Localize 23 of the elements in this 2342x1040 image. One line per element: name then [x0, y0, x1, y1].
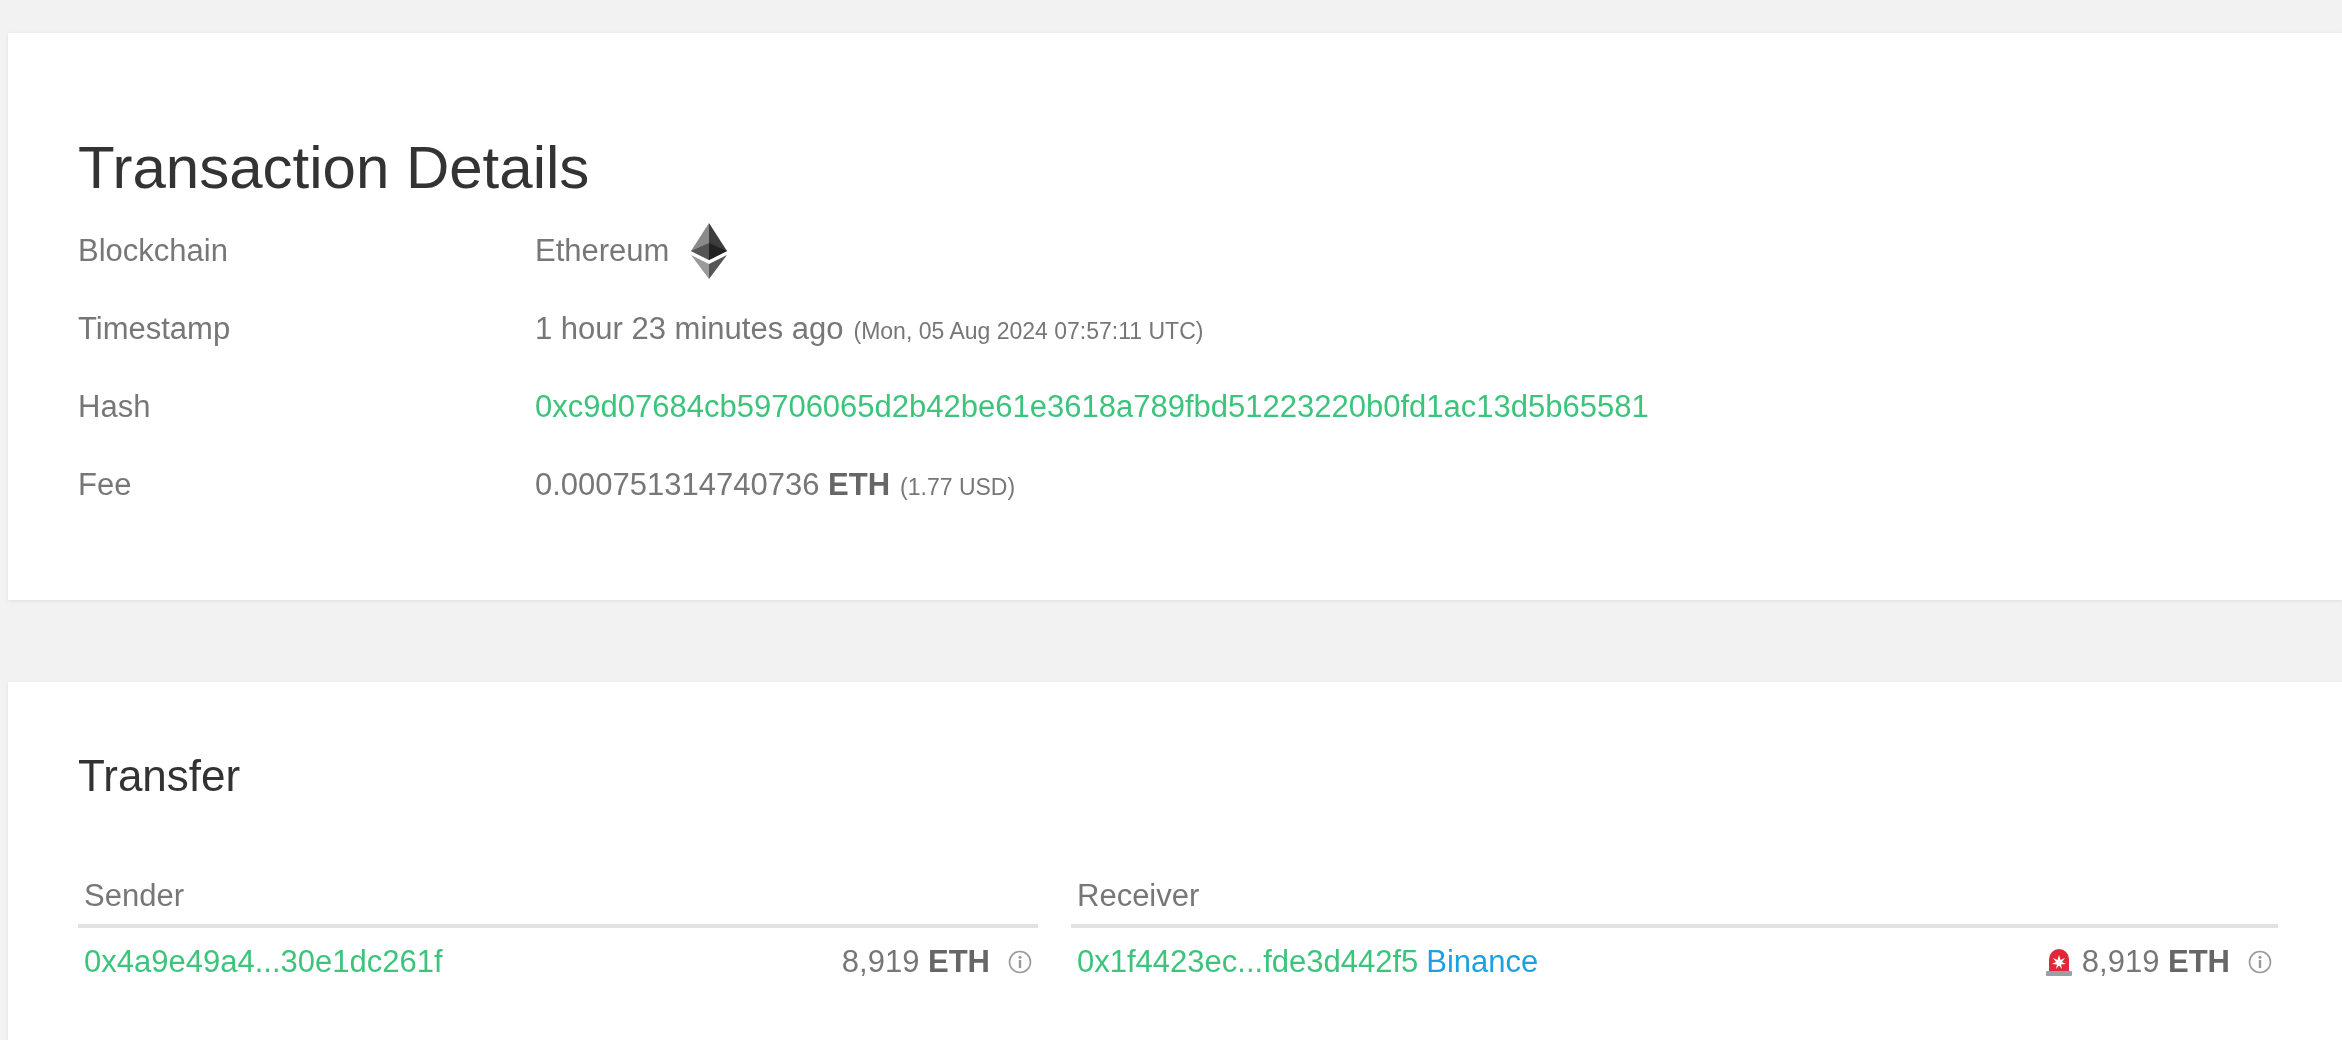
address-link[interactable]: 0x4a9e49a4...30e1dc261f — [84, 944, 443, 980]
siren-icon — [2043, 947, 2074, 977]
info-icon[interactable] — [1008, 950, 1032, 974]
field-label: Blockchain — [78, 233, 229, 269]
field-note: (Mon, 05 Aug 2024 07:57:11 UTC) — [853, 318, 1204, 345]
field-label: Hash — [78, 389, 152, 425]
hash-link[interactable]: 0xc9d07684cb59706065d2b42be61e3618a789fbd51223220b0fd1ac13d5b65581 — [535, 389, 1649, 425]
info-icon[interactable] — [2248, 950, 2272, 974]
field-note: (1.77 USD) — [900, 474, 1016, 501]
field-label: Timestamp — [78, 311, 232, 347]
column-header: Receiver — [1071, 878, 2278, 928]
entity-link[interactable]: Binance — [1426, 944, 1539, 980]
address-link[interactable]: 0x1f4423ec...fde3d442f5 — [1077, 944, 1419, 980]
amount-value: 8,919 ETH — [2081, 944, 2230, 980]
field-value: Ethereum — [535, 233, 670, 269]
page-title: Transaction Details — [78, 138, 591, 198]
diamond-icon — [691, 223, 728, 279]
field-label: Fee — [78, 467, 133, 503]
field-value: 1 hour 23 minutes ago — [535, 311, 844, 347]
column-header: Sender — [78, 878, 1038, 928]
amount-value: 8,919 ETH — [841, 944, 990, 980]
section-title: Transfer — [78, 754, 242, 798]
field-value: 0.000751314740736 ETH — [535, 467, 891, 503]
